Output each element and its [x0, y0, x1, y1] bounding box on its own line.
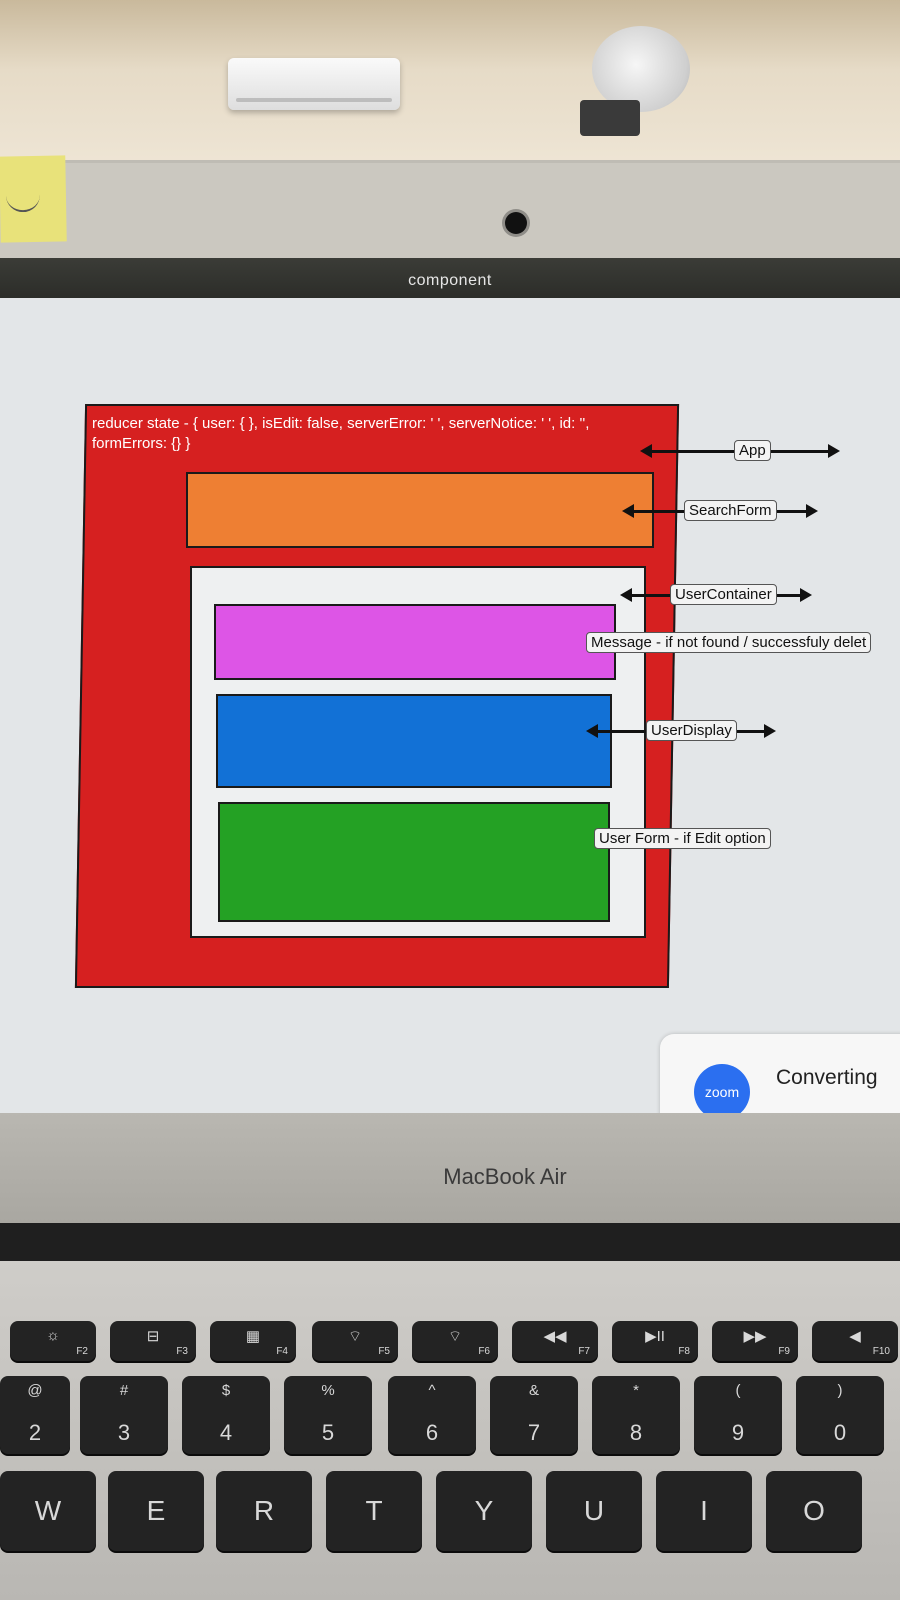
userdisplay-label: UserDisplay	[646, 720, 737, 741]
key-f2[interactable]: ☼ F2	[10, 1321, 96, 1361]
key-u[interactable]: U	[546, 1471, 642, 1551]
key-4[interactable]: $ 4	[182, 1376, 270, 1454]
searchform-label: SearchForm	[684, 500, 777, 521]
key-f10[interactable]: ◀ F10	[812, 1321, 898, 1361]
window-title: component	[408, 272, 492, 289]
room-background	[0, 0, 900, 175]
laptop-bezel-top	[0, 163, 900, 258]
keyboard-light-up-icon: ⌔	[447, 1328, 463, 1345]
key-7[interactable]: & 7	[490, 1376, 578, 1454]
zoom-status-text: Converting	[776, 1066, 878, 1089]
usercontainer-label: UserContainer	[670, 584, 777, 605]
key-f4[interactable]: ▦ F4	[210, 1321, 296, 1361]
fast-forward-icon: ▶▶	[743, 1328, 767, 1345]
sticky-note	[0, 155, 67, 243]
key-8[interactable]: * 8	[592, 1376, 680, 1454]
userdisplay-component-box	[216, 694, 612, 788]
key-f7[interactable]: ◀◀ F7	[512, 1321, 598, 1361]
key-e[interactable]: E	[108, 1471, 204, 1551]
mission-control-icon: ⊟	[146, 1328, 160, 1345]
key-i[interactable]: I	[656, 1471, 752, 1551]
play-pause-icon: ▶II	[645, 1328, 665, 1345]
launchpad-icon: ▦	[245, 1328, 261, 1345]
key-f9[interactable]: ▶▶ F9	[712, 1321, 798, 1361]
laptop-screen: component reducer state - { user: { }, i…	[0, 258, 900, 1113]
key-f3[interactable]: ⊟ F3	[110, 1321, 196, 1361]
laptop-brand: MacBook Air	[443, 1164, 567, 1189]
reducer-state-text: reducer state - { user: { }, isEdit: fal…	[92, 415, 590, 452]
air-conditioner	[228, 58, 400, 110]
webcam	[505, 212, 527, 234]
key-f8[interactable]: ▶II F8	[612, 1321, 698, 1361]
app-label: App	[734, 440, 771, 461]
key-2[interactable]: @ 2	[0, 1376, 70, 1454]
key-t[interactable]: T	[326, 1471, 422, 1551]
keyboard-light-down-icon: ⌔	[347, 1328, 363, 1345]
keyboard-deck: ☼ F2 ⊟ F3 ▦ F4 ⌔ F5 ⌔ F6 ◀◀ F7 ▶II F8 ▶▶…	[0, 1261, 900, 1600]
message-component-box	[214, 604, 616, 680]
key-0[interactable]: ) 0	[796, 1376, 884, 1454]
smiley-doodle	[5, 185, 41, 213]
message-label: Message - if not found / successfuly del…	[586, 632, 872, 653]
key-9[interactable]: ( 9	[694, 1376, 782, 1454]
wall-fan-mount	[580, 100, 640, 136]
userform-component-box	[218, 802, 610, 922]
searchform-component-box	[186, 472, 654, 548]
key-5[interactable]: % 5	[284, 1376, 372, 1454]
key-f5[interactable]: ⌔ F5	[312, 1321, 398, 1361]
rewind-icon: ◀◀	[543, 1328, 567, 1345]
key-y[interactable]: Y	[436, 1471, 532, 1551]
ac-vent	[236, 98, 392, 102]
userform-label: User Form - if Edit option	[594, 828, 771, 849]
key-w[interactable]: W	[0, 1471, 96, 1551]
key-6[interactable]: ^ 6	[388, 1376, 476, 1454]
key-3[interactable]: # 3	[80, 1376, 168, 1454]
key-f6[interactable]: ⌔ F6	[412, 1321, 498, 1361]
laptop-hinge	[0, 1223, 900, 1261]
key-o[interactable]: O	[766, 1471, 862, 1551]
zoom-logo-icon[interactable]: zoom	[694, 1064, 750, 1113]
brightness-up-icon: ☼	[46, 1327, 60, 1344]
mute-icon: ◀	[849, 1328, 861, 1345]
key-r[interactable]: R	[216, 1471, 312, 1551]
window-titlebar: component	[0, 258, 900, 298]
